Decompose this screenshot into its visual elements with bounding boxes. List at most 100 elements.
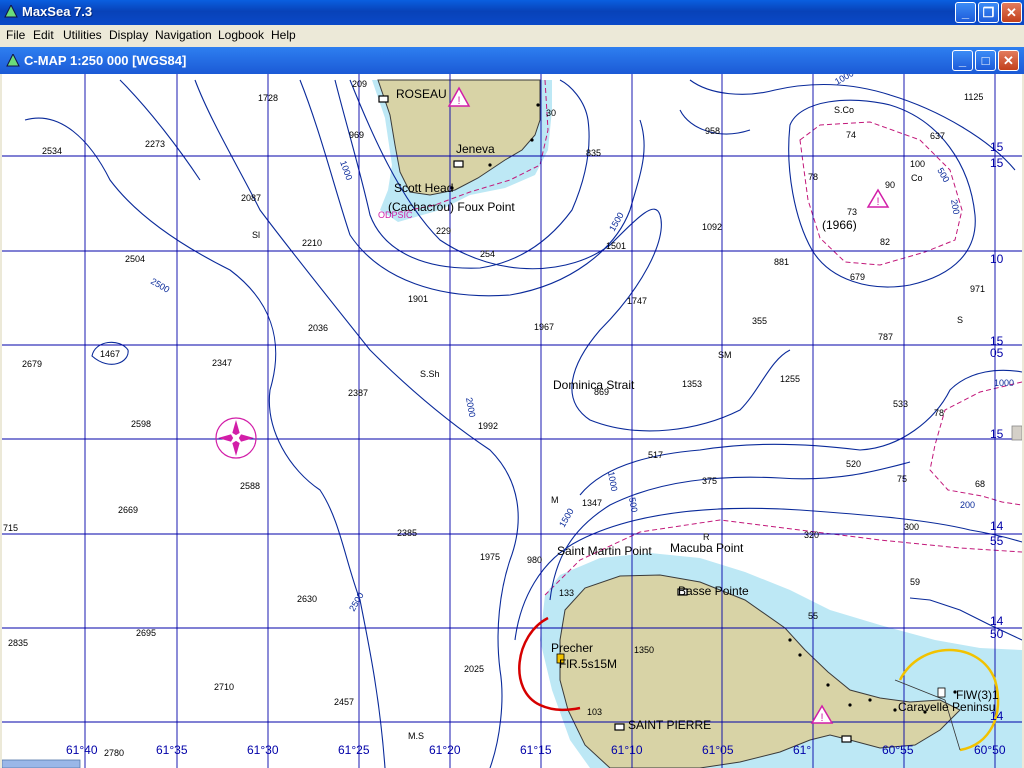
label-light-char: FlR.5s15M [559,657,617,671]
svg-text:200: 200 [960,500,975,510]
svg-text:74: 74 [846,130,856,140]
svg-text:30: 30 [546,108,556,118]
svg-text:2385: 2385 [397,528,417,538]
svg-text:1000: 1000 [994,378,1014,388]
svg-text:55: 55 [808,611,818,621]
svg-text:61°40: 61°40 [66,743,98,757]
horizontal-scrollbar[interactable] [2,759,81,768]
chart-close-button[interactable]: ✕ [998,50,1019,71]
svg-text:Sl: Sl [252,230,260,240]
svg-text:!: ! [457,95,460,107]
svg-text:!: ! [876,196,879,208]
menu-utilities[interactable]: Utilities [63,28,102,42]
svg-text:Co: Co [911,173,923,183]
menu-navigation[interactable]: Navigation [155,28,212,42]
menu-help[interactable]: Help [271,28,296,42]
menu-edit[interactable]: Edit [33,28,54,42]
svg-text:14: 14 [990,519,1004,533]
svg-text:S.Co: S.Co [834,105,854,115]
svg-text:60°50: 60°50 [974,743,1006,757]
svg-text:55: 55 [990,534,1004,548]
label-precher: Precher [551,641,593,655]
svg-text:980: 980 [527,555,542,565]
chart-canvas[interactable]: ! ! ! ROSEAU Jeneva Scott Head (Cachacro… [2,74,1022,768]
menu-display[interactable]: Display [109,28,148,42]
svg-text:15: 15 [990,427,1004,441]
svg-text:15: 15 [990,140,1004,154]
label-scott-head: Scott Head [394,181,453,195]
svg-text:787: 787 [878,332,893,342]
svg-text:100: 100 [910,159,925,169]
svg-text:61°10: 61°10 [611,743,643,757]
label-saint-martin-point: Saint Martin Point [557,544,652,558]
chart-maximize-button[interactable]: □ [975,50,996,71]
svg-text:S: S [957,315,963,325]
svg-text:2695: 2695 [136,628,156,638]
label-basse-pointe: Basse Pointe [678,584,749,598]
svg-text:254: 254 [480,249,495,259]
chart-window-title-bar[interactable]: C-MAP 1:250 000 [WGS84] _ □ ✕ [0,47,1024,74]
svg-text:2457: 2457 [334,697,354,707]
svg-text:1975: 1975 [480,552,500,562]
svg-text:61°05: 61°05 [702,743,734,757]
vertical-scrollbar-thumb[interactable] [1011,425,1022,441]
svg-text:61°35: 61°35 [156,743,188,757]
svg-text:958: 958 [705,126,720,136]
chart-window-title: C-MAP 1:250 000 [WGS84] [24,53,187,68]
app-title-bar[interactable]: MaxSea 7.3 _ ❐ ✕ [0,0,1024,25]
svg-text:2504: 2504 [125,254,145,264]
svg-text:1350: 1350 [634,645,654,655]
minimize-button[interactable]: _ [955,2,976,23]
svg-text:05: 05 [990,346,1004,360]
svg-text:881: 881 [774,257,789,267]
menu-file[interactable]: File [6,28,25,42]
svg-text:1255: 1255 [780,374,800,384]
svg-text:969: 969 [349,130,364,140]
svg-text:869: 869 [594,387,609,397]
nautical-chart-view[interactable]: ! ! ! ROSEAU Jeneva Scott Head (Cachacro… [2,74,1022,768]
svg-text:1125: 1125 [964,92,983,102]
svg-text:1901: 1901 [408,294,428,304]
svg-text:2679: 2679 [22,359,42,369]
svg-text:375: 375 [702,476,717,486]
app-title: MaxSea 7.3 [22,4,93,19]
svg-text:971: 971 [970,284,985,294]
svg-text:1467: 1467 [100,349,120,359]
svg-text:1092: 1092 [702,222,722,232]
svg-text:50: 50 [990,627,1004,641]
svg-text:61°: 61° [793,743,811,757]
close-button[interactable]: ✕ [1001,2,1022,23]
svg-text:M: M [551,495,559,505]
svg-text:!: ! [820,712,823,724]
svg-text:229: 229 [436,226,451,236]
svg-text:679: 679 [850,272,865,282]
svg-text:2273: 2273 [145,139,165,149]
svg-text:10: 10 [990,252,1004,266]
restore-button[interactable]: ❐ [978,2,999,23]
svg-text:1992: 1992 [478,421,498,431]
svg-text:75: 75 [897,474,907,484]
svg-text:2710: 2710 [214,682,234,692]
svg-text:715: 715 [3,523,18,533]
svg-text:2347: 2347 [212,358,232,368]
svg-text:78: 78 [934,408,944,418]
svg-text:2534: 2534 [42,146,62,156]
svg-text:61°30: 61°30 [247,743,279,757]
svg-text:209: 209 [352,79,367,89]
menu-logbook[interactable]: Logbook [218,28,264,42]
svg-text:103: 103 [587,707,602,717]
chart-window-icon [6,54,20,67]
svg-text:2387: 2387 [348,388,368,398]
svg-text:1353: 1353 [682,379,702,389]
svg-text:133: 133 [559,588,574,598]
svg-text:2835: 2835 [8,638,28,648]
label-roseau: ROSEAU [396,87,447,101]
svg-text:61°25: 61°25 [338,743,370,757]
compass-rose [215,417,257,459]
maxsea-app-icon [4,5,18,18]
label-saint-pierre: SAINT PIERRE [628,718,711,732]
menu-bar: File Edit Utilities Display Navigation L… [0,25,1024,45]
svg-text:68: 68 [975,479,985,489]
chart-minimize-button[interactable]: _ [952,50,973,71]
svg-text:2210: 2210 [302,238,322,248]
